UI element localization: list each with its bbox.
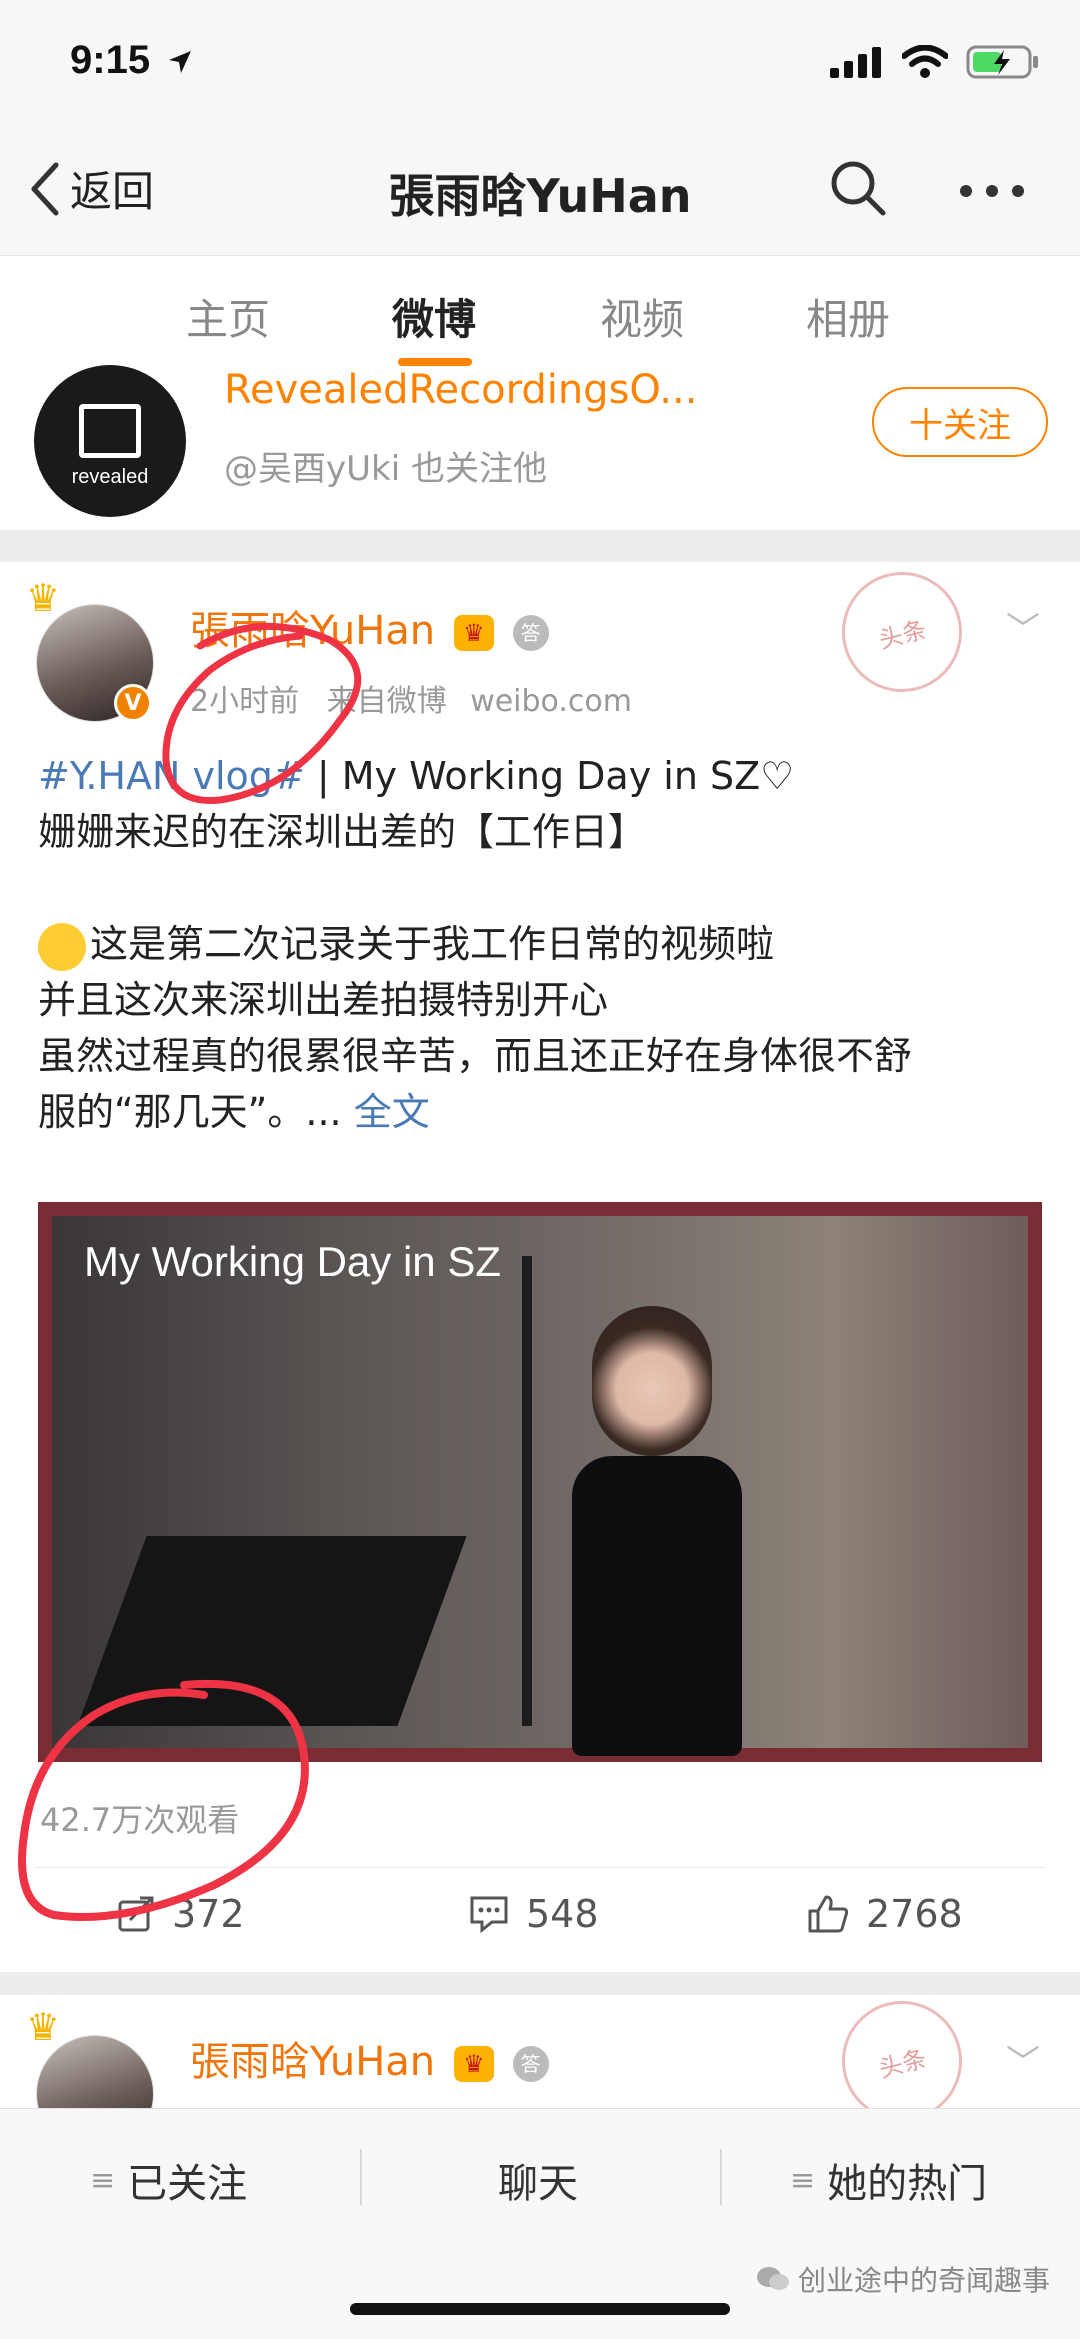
her-popular-label: 她的热门 xyxy=(827,2161,988,2207)
bottom-divider xyxy=(360,2149,362,2205)
recommended-account-name[interactable]: RevealedRecordingsO... xyxy=(224,367,764,413)
video-thumbnail[interactable]: My Working Day in SZ xyxy=(38,1202,1042,1762)
crown-icon: ♛ xyxy=(26,2005,61,2049)
vip-crown-badge-icon: ♛ xyxy=(453,615,494,651)
bottom-divider xyxy=(720,2149,722,2205)
light-stand-shape xyxy=(522,1256,532,1726)
comment-button[interactable]: 548 xyxy=(468,1892,599,1936)
medal-badge-icon: 答 xyxy=(512,615,549,651)
chevron-down-icon[interactable]: ﹀ xyxy=(1006,602,1040,651)
profile-tabs: 主页 微博 视频 相册 xyxy=(0,255,1080,375)
more-dot-icon xyxy=(986,185,998,197)
read-more-link[interactable]: 全文 xyxy=(354,1090,430,1134)
like-count: 2768 xyxy=(866,1892,963,1936)
post-meta: 2小时前 来自微博 weibo.com xyxy=(190,676,632,720)
status-bar: 9:15 xyxy=(0,0,1080,130)
person-dress-shape xyxy=(572,1456,742,1756)
post-source: 来自微博 xyxy=(326,684,447,719)
status-icons xyxy=(828,44,1040,80)
following-button[interactable]: ≡ 已关注 xyxy=(90,2151,247,2209)
search-icon xyxy=(831,161,886,216)
more-dot-icon xyxy=(1012,185,1024,197)
repost-icon xyxy=(118,1896,154,1932)
post-line-6: 服的“那几天”。... xyxy=(38,1090,354,1134)
post-blank-line xyxy=(38,860,1048,916)
person-head-shape xyxy=(592,1306,712,1456)
weibo-post: ♛ V 張雨晗YuHan ♛ 答 2小时前 来自微博 weibo.com 头条 … xyxy=(0,559,1080,1972)
tab-video[interactable]: 视频 xyxy=(600,286,684,347)
view-count: 42.7万次观看 xyxy=(40,1801,240,1839)
more-dot-icon xyxy=(960,185,972,197)
video-title: My Working Day in SZ xyxy=(84,1238,501,1285)
home-indicator[interactable] xyxy=(350,2303,730,2315)
post-body: #Y.HAN vlog# | My Working Day in SZ♡ 姗姗来… xyxy=(38,748,1048,1140)
battery-charging-icon xyxy=(966,45,1038,79)
wechat-watermark: 创业途中的奇闻趣事 xyxy=(756,2259,1050,2299)
thumbs-up-icon xyxy=(808,1895,849,1933)
chat-button[interactable]: 聊天 xyxy=(498,2151,578,2209)
post-hashtag[interactable]: #Y.HAN vlog# xyxy=(38,754,305,798)
revealed-avatar[interactable]: revealed xyxy=(34,365,186,517)
post-line-3: 这是第二次记录关于我工作日常的视频啦 xyxy=(90,922,775,966)
post-author-name-text: 張雨晗YuHan xyxy=(190,608,436,654)
repost-button[interactable]: 372 xyxy=(116,1892,245,1936)
cellular-signal-icon xyxy=(830,47,881,78)
repost-count: 372 xyxy=(172,1892,245,1936)
revealed-logo-text: revealed xyxy=(71,465,149,488)
following-label: 已关注 xyxy=(127,2161,248,2207)
post-author-name-2-text: 張雨晗YuHan xyxy=(190,2039,436,2085)
chat-label: 聊天 xyxy=(498,2161,578,2207)
tab-weibo[interactable]: 微博 xyxy=(392,286,476,347)
post-source-site: weibo.com xyxy=(470,684,632,719)
post-time: 2小时前 xyxy=(190,684,300,719)
bottom-action-bar: ≡ 已关注 聊天 ≡ 她的热门 创业途中的奇闻趣事 xyxy=(0,2108,1080,2339)
screen: 9:15 返回 張雨晗YuHan 主页 微博 视频 相册 revealed Re… xyxy=(0,0,1080,2339)
location-arrow-icon xyxy=(169,51,192,74)
menu-lines-icon: ≡ xyxy=(90,2162,116,2198)
recommended-account-subtitle: @吴酉yUki 也关注他 xyxy=(224,449,547,489)
watermark-text: 创业途中的奇闻趣事 xyxy=(798,2264,1051,2297)
verified-badge-icon: V xyxy=(114,684,152,722)
wechat-icon xyxy=(757,2267,789,2290)
actions-divider xyxy=(34,1867,1046,1868)
revealed-logo-icon xyxy=(79,403,141,458)
follow-button[interactable]: 十关注 xyxy=(872,387,1048,457)
search-button[interactable] xyxy=(828,158,888,222)
surprised-emoji-icon xyxy=(38,922,86,971)
tab-home[interactable]: 主页 xyxy=(186,286,270,347)
post-line-2: 姗姗来迟的在深圳出差的【工作日】 xyxy=(38,810,647,854)
nav-bar: 返回 張雨晗YuHan xyxy=(0,130,1080,255)
post-line-5: 虽然过程真的很累很辛苦，而且还正好在身体很不舒 xyxy=(38,1034,913,1078)
page-title: 張雨晗YuHan xyxy=(388,169,692,223)
post-title-line: | My Working Day in SZ♡ xyxy=(304,754,795,798)
vip-crown-badge-icon: ♛ xyxy=(453,2046,494,2082)
her-popular-button[interactable]: ≡ 她的热门 xyxy=(790,2151,987,2209)
like-button[interactable]: 2768 xyxy=(806,1892,963,1936)
comment-count: 548 xyxy=(526,1892,599,1936)
post-author-name[interactable]: 張雨晗YuHan ♛ 答 xyxy=(190,598,549,656)
video-player[interactable]: My Working Day in SZ xyxy=(38,1202,1042,1762)
medal-badge-icon: 答 xyxy=(512,2046,549,2082)
recommended-account-card[interactable]: revealed RevealedRecordingsO... @吴酉yUki … xyxy=(0,365,1080,530)
softbox-shape xyxy=(77,1536,467,1726)
chevron-down-icon[interactable]: ﹀ xyxy=(1006,2035,1040,2084)
tab-album[interactable]: 相册 xyxy=(806,286,890,347)
crown-icon: ♛ xyxy=(26,576,61,620)
post-author-name-2[interactable]: 張雨晗YuHan ♛ 答 xyxy=(190,2029,549,2087)
comment-icon xyxy=(470,1896,508,1934)
status-time: 9:15 xyxy=(70,38,193,83)
headline-stamp: 头条 xyxy=(829,559,975,705)
menu-lines-icon: ≡ xyxy=(790,2162,816,2198)
active-tab-indicator xyxy=(398,358,472,366)
status-time-text: 9:15 xyxy=(70,38,151,82)
more-button[interactable] xyxy=(960,185,1024,197)
post-line-4: 并且这次来深圳出差拍摄特别开心 xyxy=(38,978,609,1022)
wifi-icon xyxy=(902,45,948,78)
